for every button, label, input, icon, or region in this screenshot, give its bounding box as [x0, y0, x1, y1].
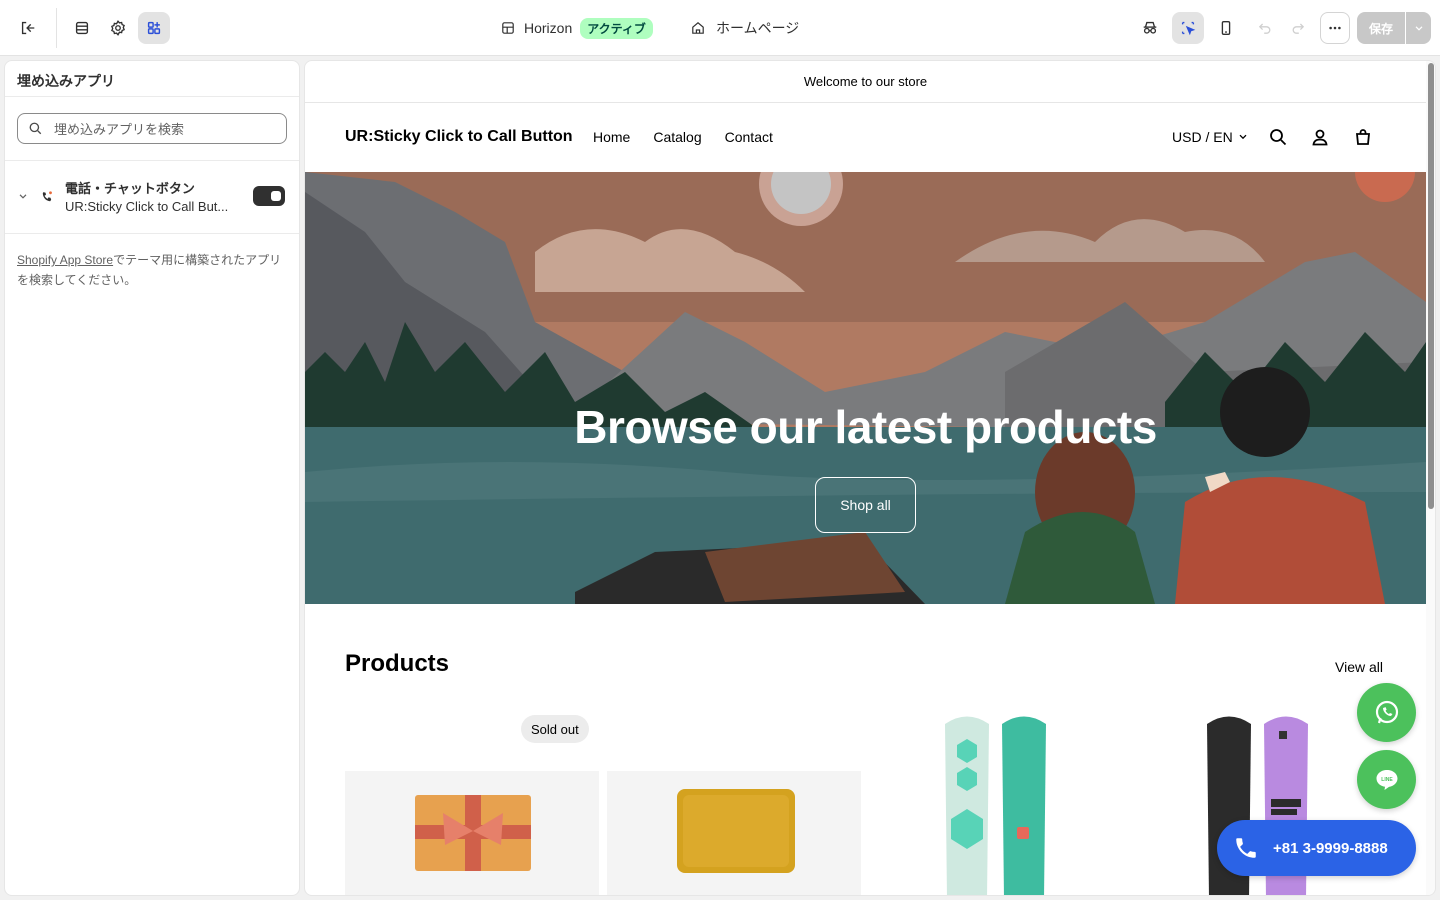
spy-icon[interactable]	[1134, 12, 1166, 44]
search-icon[interactable]	[1268, 127, 1288, 147]
app-embed-item[interactable]: 電話・チャットボタン UR:Sticky Click to Call But..…	[5, 161, 299, 234]
app-store-link[interactable]: Shopify App Store	[17, 253, 113, 267]
topbar-divider	[56, 8, 57, 48]
hero-title: Browse our latest products	[574, 401, 1157, 453]
sections-icon[interactable]	[66, 12, 98, 44]
app-subtitle: UR:Sticky Click to Call But...	[65, 199, 229, 214]
redo-icon[interactable]	[1281, 12, 1314, 44]
hero-illustration	[305, 172, 1426, 604]
phone-app-icon	[42, 191, 52, 202]
whatsapp-icon	[1375, 700, 1398, 723]
chevron-down-icon[interactable]	[1406, 12, 1431, 44]
chevron-down-icon	[1239, 134, 1247, 140]
undo-redo-group	[1248, 12, 1314, 44]
more-icon[interactable]	[1320, 12, 1350, 44]
nav-contact[interactable]: Contact	[725, 129, 773, 145]
store-header: UR:Sticky Click to Call Button Home Cata…	[305, 103, 1426, 172]
scrollbar-thumb[interactable]	[1428, 63, 1434, 509]
line-button[interactable]: LINE	[1357, 750, 1416, 809]
cart-icon[interactable]	[1353, 127, 1373, 147]
store-logo[interactable]: UR:Sticky Click to Call Button	[345, 128, 573, 146]
home-icon	[692, 22, 704, 34]
chevron-down-icon[interactable]	[17, 190, 29, 202]
exit-icon[interactable]	[12, 12, 44, 44]
page-name: ホームページ	[716, 20, 800, 36]
save-button[interactable]: 保存	[1357, 12, 1405, 44]
soap-bar-image	[607, 771, 861, 895]
nav-catalog[interactable]: Catalog	[653, 129, 701, 145]
app-enabled-toggle[interactable]	[253, 186, 285, 206]
apps-icon[interactable]	[138, 12, 170, 44]
search-wrap: 埋め込みアプリを検索	[5, 97, 299, 161]
announcement-bar: Welcome to our store	[305, 61, 1426, 103]
currency-selector[interactable]: USD / EN	[1172, 129, 1249, 145]
gift-box-image	[345, 771, 599, 895]
store-preview: Welcome to our store UR:Sticky Click to …	[304, 60, 1436, 896]
search-icon	[29, 122, 42, 135]
theme-name: Horizon	[524, 20, 573, 36]
whatsapp-button[interactable]	[1357, 683, 1416, 742]
settings-icon[interactable]	[102, 12, 134, 44]
view-all-link[interactable]: View all	[1335, 659, 1383, 675]
theme-selector[interactable]: Horizon アクティブ	[500, 16, 653, 40]
shop-all-button[interactable]: Shop all	[815, 477, 916, 533]
status-badge: アクティブ	[580, 17, 653, 39]
undo-icon[interactable]	[1248, 12, 1281, 44]
app-embeds-panel: 埋め込みアプリ 埋め込みアプリを検索 電話・チャットボタン UR:Sticky …	[4, 60, 300, 896]
nav-home[interactable]: Home	[593, 129, 630, 145]
phone-number: +81 3-9999-8888	[1273, 839, 1388, 857]
main-nav: Home Catalog Contact	[593, 129, 773, 145]
products-heading: Products	[345, 650, 450, 677]
line-icon-label: LINE	[1381, 777, 1393, 783]
product-card[interactable]	[869, 709, 1123, 895]
snowboard-image	[945, 716, 1046, 895]
theme-icon	[502, 22, 514, 34]
app-name: 電話・チャットボタン	[65, 181, 195, 196]
product-card[interactable]	[345, 709, 599, 895]
mobile-icon[interactable]	[1210, 12, 1242, 44]
preview-scrollbar[interactable]	[1426, 61, 1435, 895]
hero-banner: Browse our latest products Shop all	[305, 172, 1426, 604]
inspector-icon[interactable]	[1172, 12, 1204, 44]
currency-label: USD / EN	[1172, 129, 1233, 145]
phone-icon	[1236, 838, 1256, 858]
search-input[interactable]: 埋め込みアプリを検索	[17, 113, 287, 144]
product-card[interactable]	[607, 709, 861, 895]
line-icon: LINE	[1376, 769, 1397, 790]
editor-topbar: Horizon アクティブ ホームページ 保存	[0, 0, 1440, 56]
app-store-note: Shopify App Storeでテーマ用に構築されたアプリを検索してください…	[5, 234, 299, 306]
click-to-call-button[interactable]: +81 3-9999-8888	[1217, 820, 1416, 876]
page-selector[interactable]: ホームページ	[690, 16, 799, 40]
panel-title: 埋め込みアプリ	[5, 61, 299, 97]
account-icon[interactable]	[1310, 127, 1330, 147]
search-placeholder: 埋め込みアプリを検索	[54, 122, 185, 137]
